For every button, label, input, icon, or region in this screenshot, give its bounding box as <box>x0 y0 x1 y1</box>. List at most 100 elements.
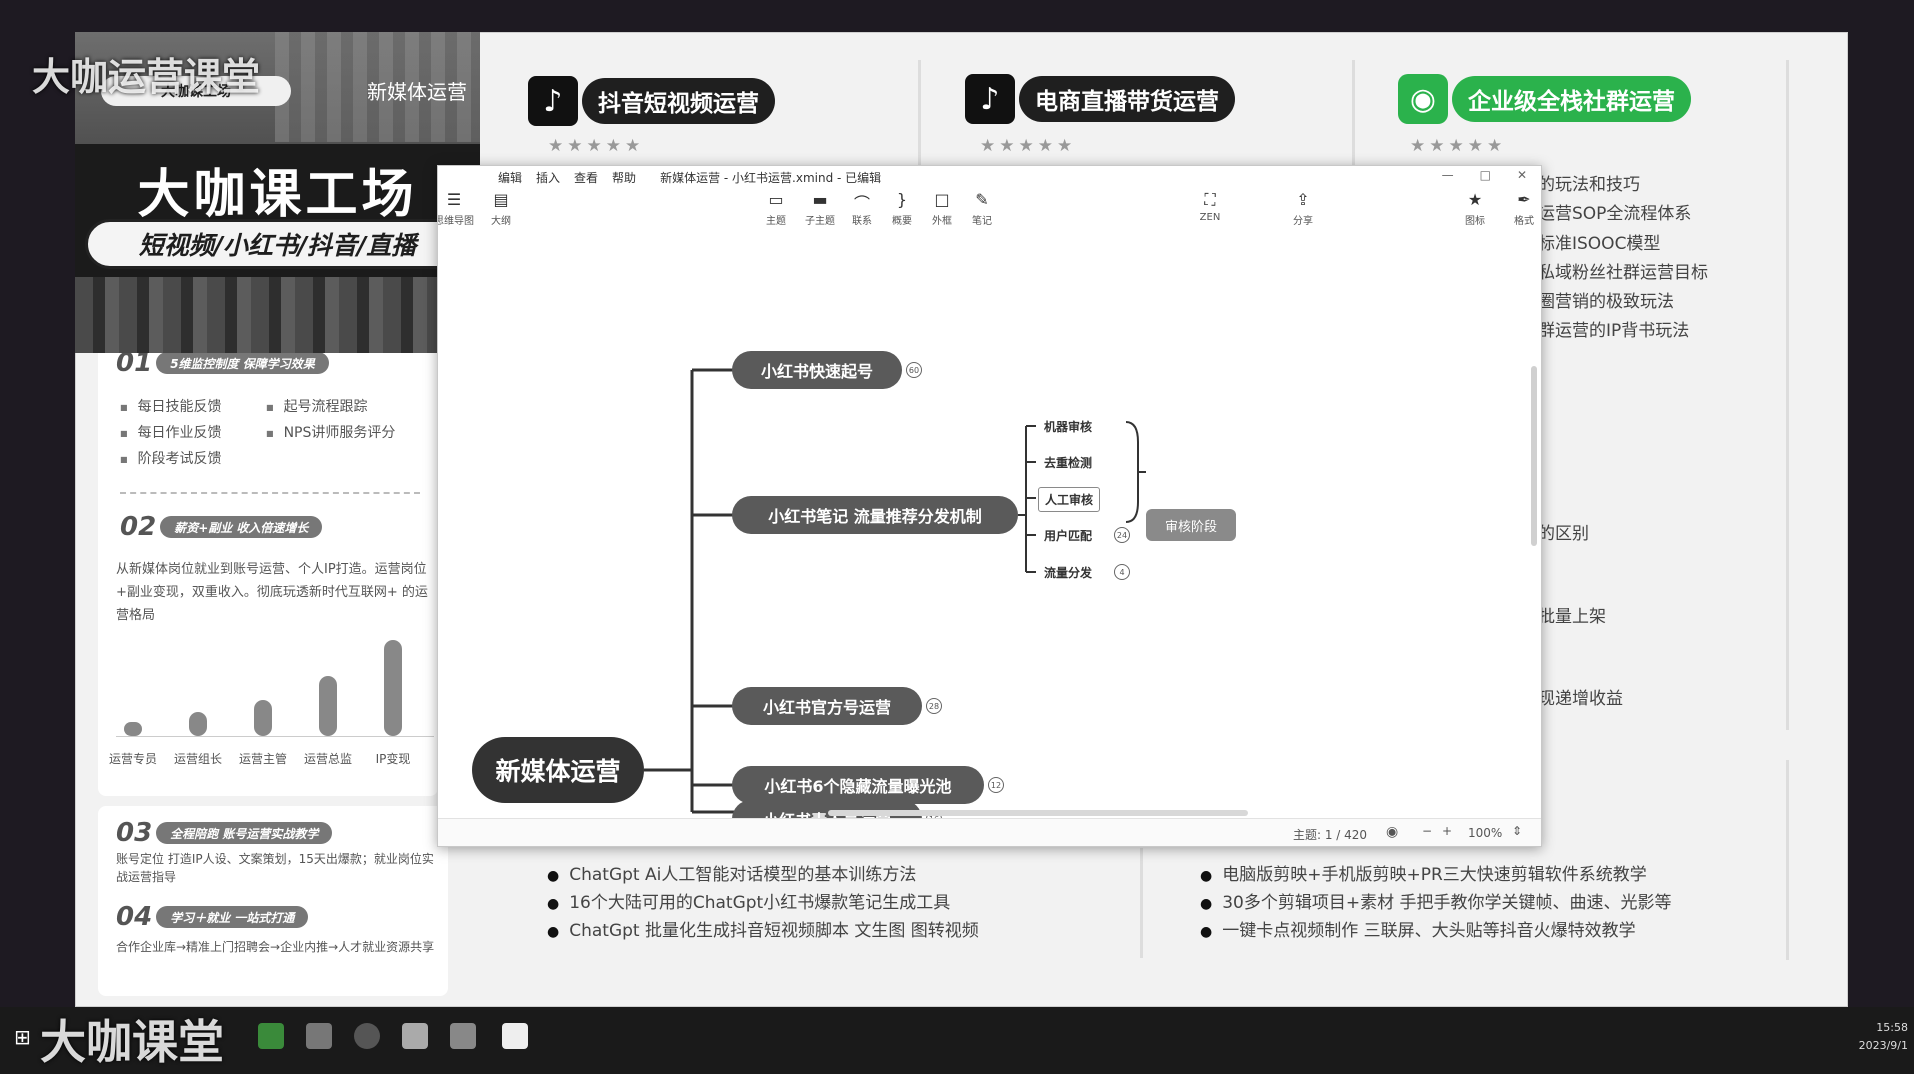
course-item: 圈营销的极致玩法 <box>1538 292 1674 312</box>
xmind-window[interactable]: 编辑 插入 查看 帮助 新媒体运营 - 小红书运营.xmind - 已编辑 — … <box>437 165 1542 847</box>
format-button[interactable]: ✒ 格式 <box>1502 190 1541 227</box>
horizontal-scrollbar[interactable] <box>828 810 1248 816</box>
clock-time[interactable]: 15:58 <box>1876 1021 1908 1034</box>
course-item: 运营SOP全流程体系 <box>1538 204 1692 224</box>
list-item: 起号流程跟踪 <box>266 396 368 416</box>
section-text: 从新媒体岗位就业到账号运营、个人IP打造。运营岗位+副业变现，双重收入。彻底玩透… <box>116 562 428 623</box>
zen-button[interactable]: ⛶ ZEN <box>1188 190 1232 223</box>
rating-stars: ★★★★★ <box>548 136 645 156</box>
collapse-count[interactable]: 28 <box>926 698 942 714</box>
section-text: 账号定位 打造IP人设、文案策划，15天出爆款；就业岗位实战运营指导 <box>116 852 434 884</box>
summary-icon: } <box>896 190 908 209</box>
close-icon[interactable]: ✕ <box>1517 168 1527 182</box>
course-item: 标准ISOOC模型 <box>1538 234 1661 254</box>
mindmap-summary[interactable]: 审核阶段 <box>1146 509 1236 541</box>
column-divider <box>1786 60 1789 730</box>
poster-title: 大咖课工场 <box>137 165 418 225</box>
taskbar: ⊞ 15:58 2023/9/1 <box>0 1007 1914 1074</box>
outline-view-button[interactable]: ▤ 大纲 <box>479 190 523 227</box>
zen-icon: ⛶ <box>1204 190 1216 209</box>
subtopic-button[interactable]: ▬ 子主题 <box>798 190 842 227</box>
mindmap-subtopic[interactable]: 去重检测 <box>1044 454 1092 471</box>
menu-help[interactable]: 帮助 <box>612 169 636 186</box>
collapse-count[interactable]: 4 <box>1114 564 1130 580</box>
chart-bar-label: 运营主管 <box>238 752 287 766</box>
section-header-02: 02 薪资+副业 收入倍速增长 <box>120 512 323 542</box>
mindmap-topic[interactable]: 小红书快速起号 <box>732 351 902 389</box>
zoom-in-icon[interactable]: + <box>1442 824 1452 838</box>
poster-city-image <box>75 277 480 353</box>
chart-bar <box>254 700 272 736</box>
marker-icon: ★ <box>1467 190 1483 209</box>
outline-icon: ▤ <box>493 190 509 209</box>
share-button[interactable]: ⇪ 分享 <box>1281 190 1325 227</box>
list-item: 每日作业反馈 <box>120 422 222 442</box>
section-header-03: 03 全程陪跑 账号运营实战教学 <box>116 818 333 848</box>
mindmap-canvas[interactable]: 新媒体运营 小红书快速起号 60 小红书笔记 流量推荐分发机制 小红书官方号运营… <box>438 232 1541 838</box>
window-title: 新媒体运营 - 小红书运营.xmind - 已编辑 <box>660 170 882 185</box>
app-icon[interactable] <box>450 1023 476 1049</box>
relationship-icon: ⌒ <box>853 194 870 213</box>
summary-button[interactable]: } 概要 <box>880 190 924 227</box>
course-title: 抖音短视频运营 <box>582 78 775 124</box>
clock-date[interactable]: 2023/9/1 <box>1859 1039 1908 1052</box>
list-item: 16个大陆可用的ChatGpt小红书爆款笔记生成工具 <box>547 888 950 913</box>
menu-edit[interactable]: 编辑 <box>498 169 522 186</box>
toolbar: ☰ 思维导图 ▤ 大纲 ▭ 主题 ▬ 子主题 ⌒ 联系 } 概要 □ 外框 ✎ <box>438 190 1541 232</box>
status-bar: 主题: 1 / 420 ◉ − + 100% ⇕ <box>438 818 1541 846</box>
rating-stars: ★★★★★ <box>1410 136 1507 156</box>
collapse-count[interactable]: 24 <box>1114 527 1130 543</box>
collapse-count[interactable]: 60 <box>906 362 922 378</box>
note-button[interactable]: ✎ 笔记 <box>960 190 1004 227</box>
marker-button[interactable]: ★ 图标 <box>1453 190 1497 227</box>
mindmap-topic[interactable]: 小红书官方号运营 <box>732 687 922 725</box>
wechat-icon: ◉ <box>1398 74 1448 124</box>
mindmap-subtopic-selected[interactable]: 人工审核 <box>1038 487 1101 512</box>
section-header-04: 04 学习＋就业 一站式打通 <box>116 902 309 932</box>
maximize-icon[interactable]: □ <box>1480 168 1491 182</box>
mindmap-subtopic[interactable]: 机器审核 <box>1044 418 1092 435</box>
app-icon[interactable] <box>258 1023 284 1049</box>
menu-view[interactable]: 查看 <box>574 169 598 186</box>
folder-icon[interactable] <box>402 1023 428 1049</box>
mindmap-subtopic[interactable]: 流量分发 <box>1044 564 1092 581</box>
collapse-count[interactable]: 12 <box>988 777 1004 793</box>
zoom-level[interactable]: 100% <box>1468 826 1502 840</box>
share-icon: ⇪ <box>1296 190 1310 209</box>
menu-insert[interactable]: 插入 <box>536 169 560 186</box>
course-item: 的玩法和技巧 <box>1538 175 1640 195</box>
tiktok-icon: ♪ <box>528 76 578 126</box>
poster-subtitle: 短视频/小红书/抖音/直播 <box>85 219 470 269</box>
mindmap-subtopic[interactable]: 用户匹配 <box>1044 527 1092 544</box>
course-item: 现递增收益 <box>1538 689 1623 709</box>
list-item: 阶段考试反馈 <box>120 448 222 468</box>
app-icon[interactable] <box>354 1023 380 1049</box>
relationship-button[interactable]: ⌒ 联系 <box>840 190 884 227</box>
list-item: 一键卡点视频制作 三联屏、大头贴等抖音火爆特效教学 <box>1200 916 1635 941</box>
windows-start-icon[interactable]: ⊞ <box>14 1025 31 1049</box>
course-card-ecommerce: ♪ 电商直播带货运营 <box>965 74 1235 124</box>
chevron-updown-icon[interactable]: ⇕ <box>1512 824 1522 838</box>
course-title: 企业级全栈社群运营 <box>1452 76 1691 122</box>
course-item: 批量上架 <box>1538 607 1606 627</box>
zoom-out-icon[interactable]: − <box>1422 824 1432 838</box>
window-controls: — □ ✕ <box>1442 168 1527 182</box>
list-item: ChatGpt Ai人工智能对话模型的基本训练方法 <box>547 860 916 885</box>
chart-bar <box>384 640 402 736</box>
vertical-scrollbar[interactable] <box>1531 366 1537 546</box>
app-icon[interactable] <box>306 1023 332 1049</box>
app-icon[interactable] <box>502 1023 528 1049</box>
eye-icon[interactable]: ◉ <box>1386 824 1398 840</box>
chart-bar-label: IP变现 <box>375 752 411 766</box>
rating-stars: ★★★★★ <box>980 136 1077 156</box>
column-divider <box>1140 848 1143 958</box>
minimize-icon[interactable]: — <box>1442 168 1454 182</box>
mindmap-root-topic[interactable]: 新媒体运营 <box>472 737 644 803</box>
tiktok-icon: ♪ <box>965 74 1015 124</box>
mindmap-view-button[interactable]: ☰ 思维导图 <box>438 190 476 227</box>
mindmap-topic[interactable]: 小红书6个隐藏流量曝光池 <box>732 766 984 804</box>
mindmap-topic[interactable]: 小红书笔记 流量推荐分发机制 <box>732 496 1018 534</box>
topic-button[interactable]: ▭ 主题 <box>754 190 798 227</box>
chart-bar <box>124 722 142 736</box>
boundary-button[interactable]: □ 外框 <box>920 190 964 227</box>
